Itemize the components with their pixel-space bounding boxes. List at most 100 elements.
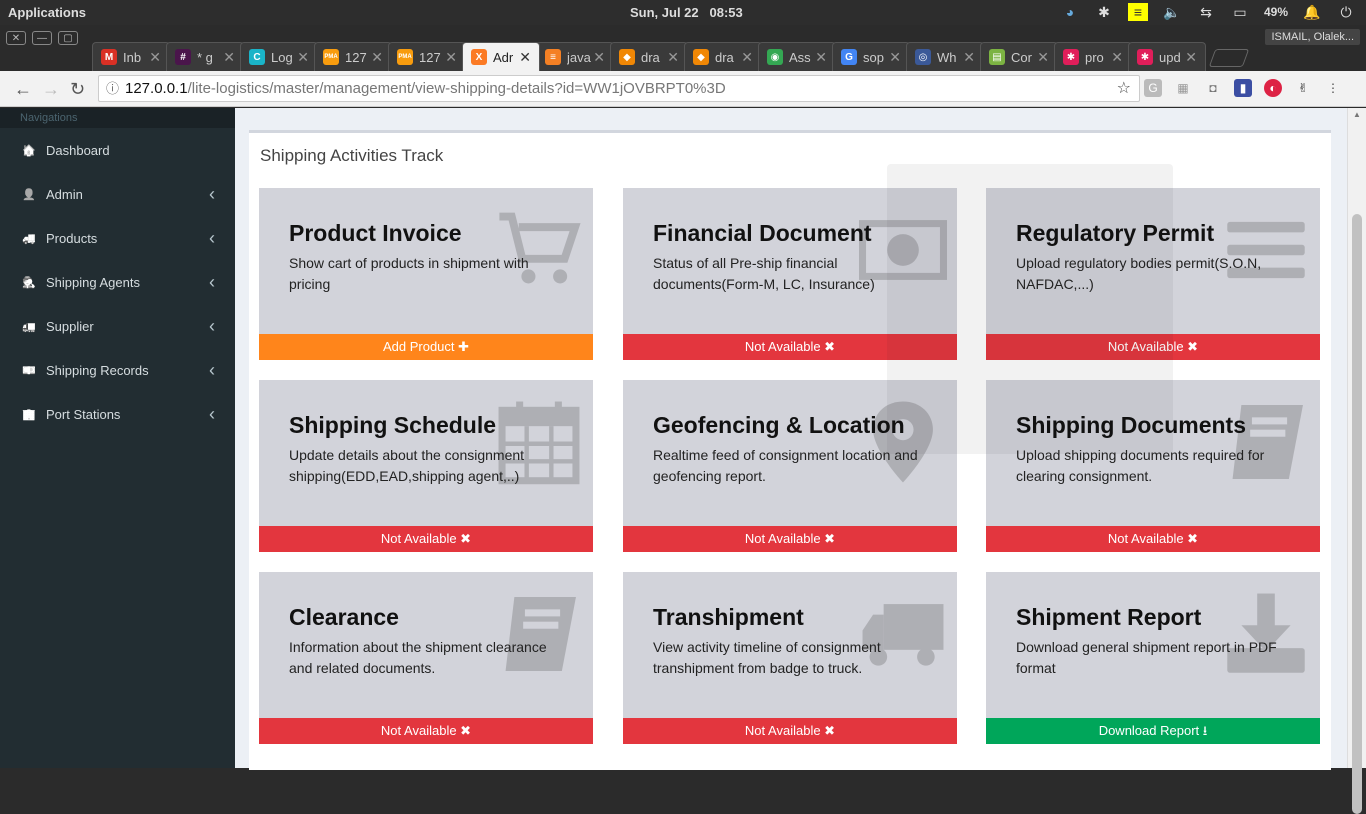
system-tray: ◕ ✱ ≡ 🔈 ⇆ ▭ 49% 🔔 ⏻ bbox=[1060, 3, 1356, 21]
scrollbar-thumb[interactable] bbox=[1352, 214, 1362, 814]
truck-icon: 🚚 bbox=[22, 232, 36, 245]
card-action-button[interactable]: Not Available ✖ bbox=[259, 718, 593, 744]
ext-circle-icon[interactable]: ◐ bbox=[1264, 79, 1282, 97]
chevron-left-icon: ‹ bbox=[209, 315, 215, 336]
profile-button[interactable]: ISMAIL, Olalek... bbox=[1265, 29, 1360, 45]
notification-bell-icon[interactable]: 🔔 bbox=[1302, 3, 1322, 21]
browser-tab[interactable]: ✱ pro ✕ bbox=[1054, 42, 1132, 71]
notes-icon[interactable]: ≡ bbox=[1127, 3, 1148, 21]
close-tab-icon[interactable]: ✕ bbox=[593, 49, 605, 66]
network-icon[interactable]: ⇆ bbox=[1196, 3, 1216, 21]
tab-title: 127 bbox=[345, 49, 367, 65]
applications-menu[interactable]: Applications bbox=[8, 5, 86, 20]
bookmark-ext-icon[interactable]: ▮ bbox=[1234, 79, 1252, 97]
card-action-button[interactable]: Not Available ✖ bbox=[623, 526, 957, 552]
power-icon[interactable]: ⏻ bbox=[1336, 3, 1356, 21]
browser-tab[interactable]: ◎ Wh ✕ bbox=[906, 42, 984, 71]
slack-tray-icon[interactable]: ✱ bbox=[1094, 3, 1114, 21]
money-icon: 💵 bbox=[22, 364, 36, 377]
bookmark-star-icon[interactable]: ☆ bbox=[1117, 76, 1131, 101]
card-title: Shipment Report bbox=[1016, 604, 1202, 630]
close-tab-icon[interactable]: ✕ bbox=[149, 49, 161, 66]
close-tab-icon[interactable]: ✕ bbox=[667, 49, 679, 66]
clock[interactable]: Sun, Jul 22 08:53 bbox=[630, 5, 743, 20]
close-tab-icon[interactable]: ✕ bbox=[1111, 49, 1123, 66]
card-title: Geofencing & Location bbox=[653, 412, 905, 438]
card-action-button[interactable]: Not Available ✖ bbox=[986, 526, 1320, 552]
menu-kebab-icon[interactable]: ⋮ bbox=[1324, 79, 1342, 97]
scroll-up-icon[interactable]: ▲ bbox=[1353, 110, 1361, 119]
close-tab-icon[interactable]: ✕ bbox=[1185, 49, 1197, 66]
tab-title: sop bbox=[863, 49, 884, 65]
card-action-button[interactable]: Add Product ✚ bbox=[259, 334, 593, 360]
card-action-button[interactable]: Not Available ✖ bbox=[623, 718, 957, 744]
card-description: Status of all Pre-ship financial documen… bbox=[653, 255, 875, 292]
close-tab-icon[interactable]: ✕ bbox=[445, 49, 457, 66]
browser-tab[interactable]: C Log ✕ bbox=[240, 42, 318, 71]
extensions-area: G ▦ ◘ ▮ ◐ ✌ ⋮ bbox=[1144, 79, 1342, 97]
sidebar-item-products[interactable]: 🚚 Products ‹ bbox=[0, 216, 235, 260]
phpmyadmin-icon: PMA bbox=[397, 49, 413, 65]
browser-tab[interactable]: ◉ Ass ✕ bbox=[758, 42, 836, 71]
close-tab-icon[interactable]: ✕ bbox=[741, 49, 753, 66]
tab-title: Cor bbox=[1011, 49, 1032, 65]
ext-dark-icon[interactable]: ✌ bbox=[1294, 79, 1312, 97]
close-tab-icon[interactable]: ✕ bbox=[297, 49, 309, 66]
browser-tab[interactable]: PMA 127 ✕ bbox=[314, 42, 392, 71]
sidebar-item-dashboard[interactable]: 🏠 Dashboard bbox=[0, 128, 235, 172]
sidebar-menu: 🏠 Dashboard 👤 Admin ‹ 🚚 Products ‹ 🕵 Shipping Age… bbox=[0, 128, 235, 436]
close-tab-icon[interactable]: ✕ bbox=[1037, 49, 1049, 66]
card-action-button[interactable]: Not Available ✖ bbox=[259, 526, 593, 552]
minimize-window-icon[interactable]: — bbox=[32, 31, 52, 45]
browser-tab[interactable]: PMA 127 ✕ bbox=[388, 42, 466, 71]
browser-tab[interactable]: Gsop ✕ bbox=[832, 42, 910, 71]
card-action-button[interactable]: Download Report ⭳ bbox=[986, 718, 1320, 744]
sidebar-item-admin[interactable]: 👤 Admin ‹ bbox=[0, 172, 235, 216]
page-scrollbar[interactable]: ▲ bbox=[1347, 108, 1366, 814]
google-icon: G bbox=[841, 49, 857, 65]
browser-tab[interactable]: ▤ Cor ✕ bbox=[980, 42, 1058, 71]
sidebar-item-label: Dashboard bbox=[46, 142, 110, 158]
card-title: Financial Document bbox=[653, 220, 872, 246]
sidebar-item-supplier[interactable]: 🚛 Supplier ‹ bbox=[0, 304, 235, 348]
browser-tab[interactable]: ✱ upd ✕ bbox=[1128, 42, 1206, 71]
skype-icon[interactable]: ◕ bbox=[1060, 3, 1080, 21]
browser-tab[interactable]: ◆ dra ✕ bbox=[684, 42, 762, 71]
sidebar-item-port-stations[interactable]: 🏢 Port Stations ‹ bbox=[0, 392, 235, 436]
slack-icon: ✱ bbox=[1063, 49, 1079, 65]
card-title: Regulatory Permit bbox=[1016, 220, 1215, 246]
tab-title: pro bbox=[1085, 49, 1104, 65]
close-tab-icon[interactable]: ✕ bbox=[963, 49, 975, 66]
sidebar-item-shipping-records[interactable]: 💵 Shipping Records ‹ bbox=[0, 348, 235, 392]
content-box: Shipping Activities Track Product Invoic… bbox=[249, 130, 1331, 770]
maximize-window-icon[interactable]: ▢ bbox=[58, 31, 78, 45]
camera-icon[interactable]: ◘ bbox=[1204, 79, 1222, 97]
info-icon[interactable]: ⓘ bbox=[106, 76, 119, 101]
tab-title: * g bbox=[197, 49, 213, 65]
browser-tab[interactable]: X Adr ✕ bbox=[462, 42, 540, 71]
browser-tab[interactable]: # * g ✕ bbox=[166, 42, 244, 71]
url-input[interactable]: ⓘ 127.0.0.1/lite-logistics/master/manage… bbox=[98, 75, 1140, 102]
doc-icon: ▤ bbox=[989, 49, 1005, 65]
close-tab-icon[interactable]: ✕ bbox=[519, 49, 531, 66]
volume-icon[interactable]: 🔈 bbox=[1162, 3, 1182, 21]
back-arrow-icon[interactable]: ← bbox=[14, 79, 32, 100]
chevron-left-icon: ‹ bbox=[209, 227, 215, 248]
forward-arrow-icon[interactable]: → bbox=[42, 79, 60, 100]
sidebar-item-shipping-agents[interactable]: 🕵 Shipping Agents ‹ bbox=[0, 260, 235, 304]
sidebar-item-label: Products bbox=[46, 230, 98, 246]
tab-title: Log bbox=[271, 49, 293, 65]
close-tab-icon[interactable]: ✕ bbox=[815, 49, 827, 66]
close-tab-icon[interactable]: ✕ bbox=[889, 49, 901, 66]
browser-tab[interactable]: ◆ dra ✕ bbox=[610, 42, 688, 71]
grammarly-icon[interactable]: G bbox=[1144, 79, 1162, 97]
close-tab-icon[interactable]: ✕ bbox=[223, 49, 235, 66]
new-tab-button[interactable] bbox=[1208, 49, 1250, 67]
reload-icon[interactable]: ↻ bbox=[70, 79, 85, 100]
browser-tab[interactable]: M Inb ✕ bbox=[92, 42, 170, 71]
calendar-ext-icon[interactable]: ▦ bbox=[1174, 79, 1192, 97]
battery-icon[interactable]: ▭ bbox=[1230, 3, 1250, 21]
browser-tab[interactable]: ≡ java ✕ bbox=[536, 42, 614, 71]
close-tab-icon[interactable]: ✕ bbox=[371, 49, 383, 66]
close-window-icon[interactable]: ✕ bbox=[6, 31, 26, 45]
